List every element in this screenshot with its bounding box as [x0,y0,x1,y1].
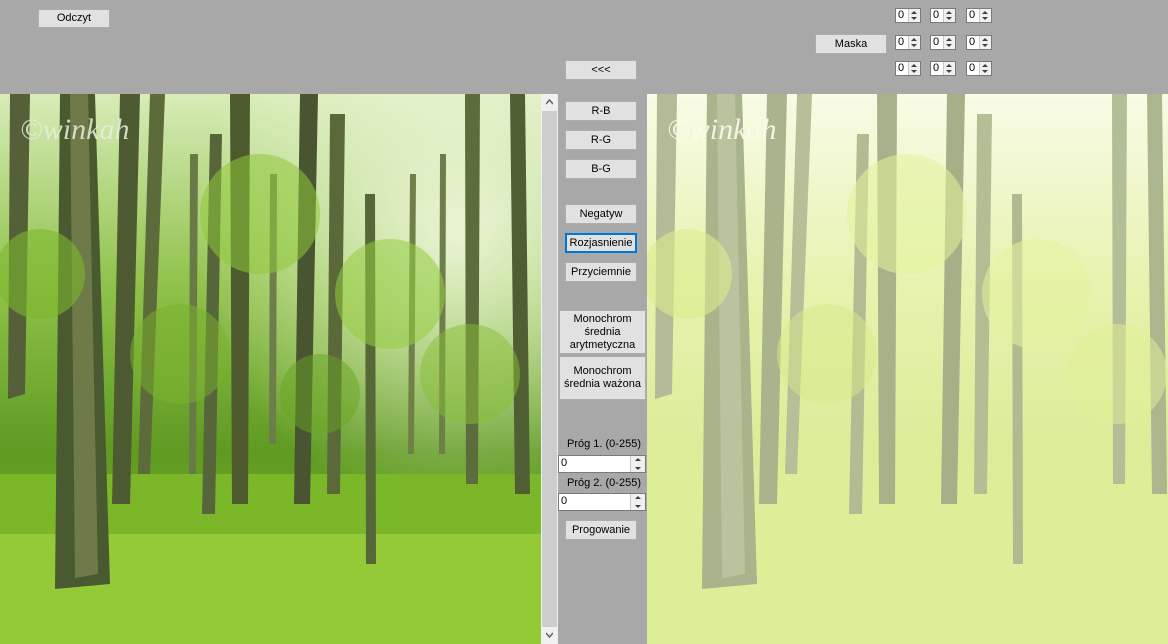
spinner-arrows[interactable] [979,36,991,49]
mask-value: 0 [969,36,976,48]
chevron-down-icon[interactable] [946,17,952,20]
mask-value: 0 [969,9,976,21]
spinner-arrows[interactable] [943,62,955,75]
watermark-text: ©winkah [667,113,776,146]
source-image: ©winkah [0,94,541,644]
chevron-up-icon[interactable] [982,11,988,14]
spinner-arrows[interactable] [908,9,920,22]
mono-weighted-button[interactable]: Monochrom średnia ważona [559,356,646,400]
mask-spinner-r0c0[interactable]: 0 [895,8,921,23]
mask-spinner-r2c0[interactable]: 0 [895,61,921,76]
chevron-down-icon[interactable] [982,17,988,20]
mono-arithmetic-line1: Monochrom [573,312,632,325]
swap-rg-button[interactable]: R-G [565,130,637,150]
chevron-down-icon[interactable] [911,44,917,47]
chevron-up-icon[interactable] [635,458,641,461]
spinner-arrows[interactable] [979,62,991,75]
spinner-arrows[interactable] [979,9,991,22]
chevron-down-icon[interactable] [635,505,641,508]
chevron-up-icon[interactable] [911,64,917,67]
swap-rb-button[interactable]: R-B [565,101,637,121]
thresholding-button[interactable]: Progowanie [565,520,637,540]
result-image: ©winkah [647,94,1168,644]
chevron-down-icon[interactable] [911,17,917,20]
scrollbar-thumb[interactable] [542,111,557,627]
chevron-up-icon[interactable] [946,38,952,41]
mask-value: 0 [933,9,940,21]
watermark-text: ©winkah [20,113,129,146]
chevron-up-icon[interactable] [911,38,917,41]
spinner-arrows[interactable] [908,62,920,75]
chevron-up-icon[interactable] [982,38,988,41]
chevron-down-icon[interactable] [635,467,641,470]
chevron-up-icon[interactable] [982,64,988,67]
mask-spinner-r2c2[interactable]: 0 [966,61,992,76]
spinner-arrows[interactable] [630,494,645,510]
darken-button[interactable]: Przyciemnie [565,262,637,282]
mask-spinner-r2c1[interactable]: 0 [930,61,956,76]
chevron-down-icon[interactable] [946,44,952,47]
mono-arithmetic-button[interactable]: Monochrom średnia arytmetyczna [559,310,646,354]
threshold2-value: 0 [561,495,568,507]
chevron-down-icon[interactable] [546,631,553,638]
chevron-up-icon[interactable] [635,496,641,499]
swap-bg-button[interactable]: B-G [565,159,637,179]
mono-arithmetic-line3: arytmetyczna [569,338,636,351]
mask-value: 0 [898,9,905,21]
negative-button[interactable]: Negatyw [565,204,637,224]
mask-value: 0 [898,62,905,74]
mask-spinner-r0c2[interactable]: 0 [966,8,992,23]
chevron-down-icon[interactable] [911,70,917,73]
spinner-arrows[interactable] [943,9,955,22]
forest-photo: ©winkah [0,94,541,644]
vertical-scrollbar[interactable] [541,94,558,644]
chevron-up-icon[interactable] [946,64,952,67]
spinner-arrows[interactable] [943,36,955,49]
mask-spinner-r1c2[interactable]: 0 [966,35,992,50]
mono-arithmetic-line2: średnia [584,325,621,338]
mask-value: 0 [898,36,905,48]
chevron-up-icon[interactable] [911,11,917,14]
spinner-arrows[interactable] [908,36,920,49]
mask-button[interactable]: Maska [815,34,887,54]
chevron-down-icon[interactable] [982,44,988,47]
threshold2-label: Próg 2. (0-255) [567,477,641,489]
threshold1-input[interactable]: 0 [558,455,646,473]
brighten-button[interactable]: Rozjasnienie [565,233,637,253]
forest-photo-brightened: ©winkah [647,94,1168,644]
threshold1-label: Próg 1. (0-255) [567,438,641,450]
mask-value: 0 [969,62,976,74]
chevron-down-icon[interactable] [982,70,988,73]
chevron-up-icon[interactable] [546,99,553,106]
chevron-up-icon[interactable] [946,11,952,14]
read-button[interactable]: Odczyt [38,9,110,28]
threshold1-value: 0 [561,457,568,469]
mask-spinner-r0c1[interactable]: 0 [930,8,956,23]
back-button[interactable]: <<< [565,60,637,80]
chevron-down-icon[interactable] [946,70,952,73]
threshold2-input[interactable]: 0 [558,493,646,511]
spinner-arrows[interactable] [630,456,645,472]
mask-value: 0 [933,36,940,48]
mask-spinner-r1c1[interactable]: 0 [930,35,956,50]
mono-weighted-line1: Monochrom [573,365,632,377]
mask-spinner-r1c0[interactable]: 0 [895,35,921,50]
mask-value: 0 [933,62,940,74]
mono-weighted-line2: średnia ważona [563,378,642,390]
